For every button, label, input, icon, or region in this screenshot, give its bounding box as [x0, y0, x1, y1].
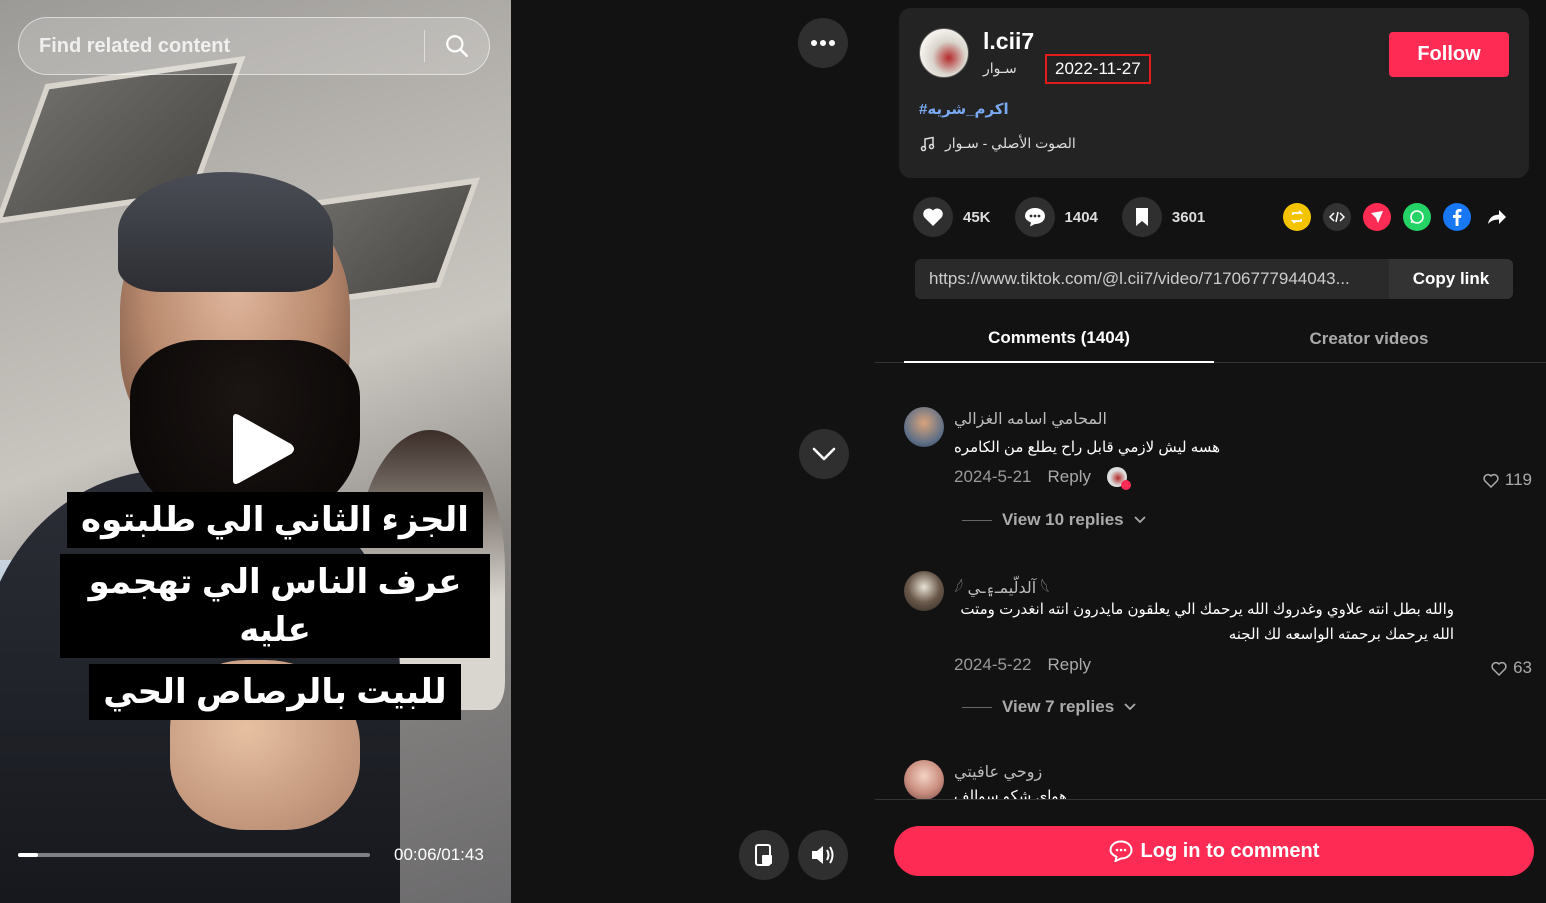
caption-line: الجزء الثاني الي طلبتوه: [67, 492, 483, 548]
speaker-icon: [812, 846, 834, 864]
video-progress-bar[interactable]: [18, 853, 370, 857]
video-time: 00:06/01:43: [394, 845, 484, 864]
video-controls-column: [511, 0, 875, 903]
reply-button[interactable]: Reply: [1048, 655, 1091, 675]
divider: [962, 519, 992, 521]
comment-list: المحامي اسامه الغزالي هسه ليش لازمي قابل…: [875, 365, 1546, 799]
comment-bubble-icon: [1109, 840, 1133, 862]
comment-like-button[interactable]: 63: [1491, 658, 1532, 678]
caption-line: للبيت بالرصاص الحي: [89, 664, 461, 720]
username[interactable]: l.cii7: [983, 28, 1034, 55]
reply-button[interactable]: Reply: [1048, 467, 1091, 487]
heart-icon: [923, 208, 943, 226]
bookmark-icon: [1135, 208, 1148, 226]
comment-date: 2024-5-21: [954, 467, 1032, 486]
comment-like-count: 119: [1504, 470, 1532, 489]
whatsapp-icon[interactable]: [1403, 203, 1431, 231]
like-button[interactable]: 45K: [913, 197, 991, 237]
share-link-text[interactable]: https://www.tiktok.com/@l.cii7/video/717…: [915, 269, 1389, 289]
comment-like-count: 63: [1513, 658, 1532, 677]
comment-item: زوحي عافيتي هواي شكو سوالف: [904, 760, 1544, 799]
play-icon[interactable]: [225, 412, 297, 486]
bookmark-button[interactable]: 3601: [1121, 197, 1206, 237]
send-icon[interactable]: [1363, 203, 1391, 231]
comment-count: 1404: [1064, 208, 1098, 226]
video-caption: الجزء الثاني الي طلبتوه عرف الناس الي ته…: [60, 492, 490, 726]
post-info-card: l.cii7 ﺳـوار 2022-11-27 Follow #اكرم_شري…: [899, 8, 1529, 178]
comment-author[interactable]: 𓆩 آلدلّيمـ۽ـي 𓆪: [954, 573, 1050, 599]
view-replies-button[interactable]: View 7 replies: [962, 697, 1136, 717]
music-link[interactable]: الصوت الأصلي - ﺳـوار: [919, 135, 1076, 152]
avatar[interactable]: [904, 760, 944, 799]
heart-outline-icon: [1483, 473, 1499, 488]
chevron-down-icon: [1133, 516, 1146, 524]
copy-link-button[interactable]: Copy link: [1389, 259, 1513, 299]
details-panel: l.cii7 ﺳـوار 2022-11-27 Follow #اكرم_شري…: [875, 0, 1546, 903]
next-video-button[interactable]: [799, 429, 849, 479]
comment-button[interactable]: 1404: [1014, 197, 1098, 237]
tiktok-video-page: Find related content الجزء الثاني الي طل…: [0, 0, 1546, 903]
comment-author[interactable]: زوحي عافيتي: [954, 762, 1042, 782]
share-arrow-icon[interactable]: [1483, 203, 1511, 231]
mini-player-icon: [755, 844, 772, 866]
music-title: الصوت الأصلي - ﺳـوار: [945, 135, 1076, 151]
like-count: 45K: [963, 208, 991, 226]
avatar[interactable]: [919, 28, 969, 78]
follow-button[interactable]: Follow: [1389, 32, 1509, 77]
mini-player-button[interactable]: [739, 830, 789, 880]
comment-footer: Log in to comment: [875, 799, 1546, 903]
nickname: ﺳـوار: [983, 60, 1017, 76]
bookmark-count: 3601: [1171, 208, 1206, 226]
login-to-comment-button[interactable]: Log in to comment: [894, 826, 1534, 876]
music-note-icon: [920, 136, 935, 151]
volume-button[interactable]: [798, 830, 848, 880]
more-options-button[interactable]: [798, 18, 848, 68]
view-replies-button[interactable]: View 10 replies: [962, 510, 1146, 530]
share-link-row: https://www.tiktok.com/@l.cii7/video/717…: [915, 259, 1513, 299]
embed-icon[interactable]: [1323, 203, 1351, 231]
search-input[interactable]: Find related content: [19, 35, 424, 58]
avatar[interactable]: [904, 571, 944, 611]
comment-bubble-icon: [1024, 208, 1045, 227]
video-figure: [118, 172, 333, 292]
avatar[interactable]: [904, 407, 944, 447]
tab-comments[interactable]: Comments (1404): [904, 315, 1214, 363]
search-bar[interactable]: Find related content: [18, 17, 490, 75]
comment-item: 𓆩 آلدلّيمـ۽ـي 𓆪 والله بطل انته علاوي وغد…: [904, 571, 1544, 721]
comment-text: هسه ليش لازمي قابل راح يطلع من الكامره: [954, 439, 1221, 456]
comment-meta: 2024-5-22 Reply: [954, 655, 1091, 675]
view-replies-label: View 7 replies: [1002, 697, 1115, 716]
caption-line: عرف الناس الي تهجمو عليه: [60, 554, 490, 658]
creator-liked-icon: [1106, 467, 1131, 490]
comment-item: المحامي اسامه الغزالي هسه ليش لازمي قابل…: [904, 407, 1544, 537]
video-player[interactable]: Find related content الجزء الثاني الي طل…: [0, 0, 511, 903]
search-icon[interactable]: [425, 18, 489, 74]
tab-creator-videos[interactable]: Creator videos: [1214, 315, 1524, 363]
divider: [962, 706, 992, 708]
post-date: 2022-11-27: [1045, 54, 1151, 84]
engagement-bar: 45K 1404 3601: [913, 197, 1229, 237]
hashtag-link[interactable]: #اكرم_شريه: [919, 100, 1009, 118]
comment-text: والله بطل انته علاوي وغدروك الله يرحمك ا…: [960, 601, 1454, 643]
share-icons: [1283, 203, 1511, 231]
chevron-down-icon: [812, 447, 836, 461]
comment-author[interactable]: المحامي اسامه الغزالي: [954, 409, 1107, 429]
video-progress-fill: [18, 853, 39, 857]
comment-meta: 2024-5-21 Reply: [954, 467, 1131, 490]
repost-icon[interactable]: [1283, 203, 1311, 231]
view-replies-label: View 10 replies: [1002, 510, 1124, 529]
comment-date: 2024-5-22: [954, 655, 1032, 674]
panel-tabs: Comments (1404) Creator videos: [875, 315, 1546, 363]
heart-outline-icon: [1491, 661, 1507, 676]
chevron-down-icon: [1124, 703, 1136, 711]
comment-like-button[interactable]: 119: [1483, 470, 1532, 490]
login-to-comment-label: Log in to comment: [1140, 839, 1320, 862]
comment-text: هواي شكو سوالف: [954, 788, 1068, 799]
facebook-icon[interactable]: [1443, 203, 1471, 231]
